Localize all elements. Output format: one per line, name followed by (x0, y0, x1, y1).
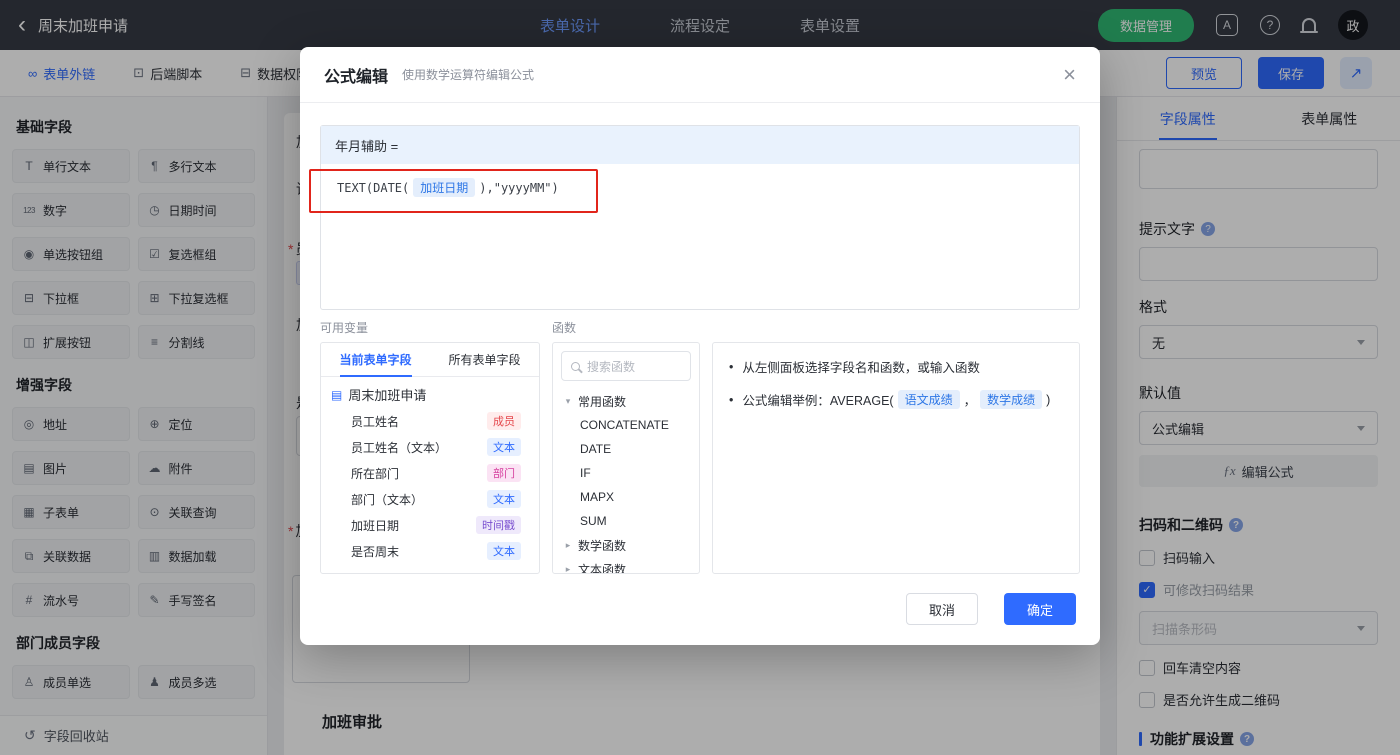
dialog-subtitle: 使用数学运算符编辑公式 (402, 68, 535, 82)
variable-row[interactable]: 员工姓名（文本） 文本 (321, 434, 539, 460)
form-name: 周末加班申请 (348, 388, 427, 403)
variable-name: 加班日期 (351, 518, 400, 533)
formula-target-label: 年月辅助 = (321, 126, 1079, 164)
variable-name: 部门（文本） (351, 492, 424, 507)
search-placeholder: 搜索函数 (587, 359, 636, 374)
field-token[interactable]: 加班日期 (413, 178, 476, 197)
variable-name: 是否周末 (351, 544, 400, 559)
formula-prefix: TEXT(DATE( (337, 180, 410, 195)
functions-panel: 搜索函数 ▾ 常用函数 CONCATENATE DATE IF MAPX SUM … (552, 342, 700, 574)
dialog-title: 公式编辑 (324, 68, 389, 86)
chevron-right-icon: ▸ (565, 539, 571, 550)
document-icon: ▤ (331, 387, 343, 402)
function-group-math[interactable]: ▸ 数学函数 (553, 533, 699, 557)
type-tag: 部门 (487, 464, 521, 482)
tab-current-form-fields[interactable]: 当前表单字段 (321, 343, 430, 376)
formula-expression[interactable]: TEXT(DATE( 加班日期 ),"yyyyMM") (321, 164, 1079, 211)
bullet-icon: • (729, 359, 734, 374)
variable-name: 员工姓名 (351, 414, 400, 429)
group-label: 文本函数 (578, 562, 627, 574)
formula-editor[interactable]: 年月辅助 = TEXT(DATE( 加班日期 ),"yyyyMM") (309, 125, 1080, 310)
form-tree-root[interactable]: ▤ 周末加班申请 (321, 377, 539, 408)
variable-row[interactable]: 员工姓名 成员 (321, 408, 539, 434)
variable-row[interactable]: 加班日期 时间戳 (321, 512, 539, 538)
variable-row[interactable]: 所在部门 部门 (321, 460, 539, 486)
help-text: 从左侧面板选择字段名和函数，或输入函数 (742, 361, 980, 375)
variables-tabs: 当前表单字段 所有表单字段 (321, 343, 539, 377)
variables-heading: 可用变量 (320, 321, 369, 335)
dialog-footer: 取消 确定 (906, 593, 1076, 625)
function-item[interactable]: SUM (553, 509, 699, 533)
variables-panel: 当前表单字段 所有表单字段 ▤ 周末加班申请 员工姓名 成员 员工姓名（文本） 文本… (320, 342, 540, 574)
confirm-button[interactable]: 确定 (1004, 593, 1076, 625)
chevron-down-icon: ▾ (565, 395, 571, 406)
chevron-right-icon: ▸ (565, 563, 571, 574)
variable-row[interactable]: 是否周末 文本 (321, 538, 539, 564)
function-item[interactable]: MAPX (553, 485, 699, 509)
function-search-input[interactable]: 搜索函数 (561, 351, 691, 381)
close-icon[interactable]: × (1063, 63, 1076, 86)
help-text: 公式编辑举例：AVERAGE( (742, 394, 894, 408)
help-text: ) (1046, 392, 1051, 407)
formula-help-panel: • 从左侧面板选择字段名和函数，或输入函数 • 公式编辑举例：AVERAGE(语文成… (712, 342, 1080, 574)
function-item[interactable]: DATE (553, 437, 699, 461)
search-icon (571, 361, 580, 371)
group-label: 常用函数 (578, 394, 627, 409)
type-tag: 成员 (487, 412, 521, 430)
variable-row[interactable]: 部门（文本） 文本 (321, 486, 539, 512)
tab-all-form-fields[interactable]: 所有表单字段 (430, 343, 539, 376)
example-token: 语文成绩 (897, 390, 960, 409)
variable-name: 员工姓名（文本） (351, 440, 448, 455)
function-item[interactable]: CONCATENATE (553, 413, 699, 437)
example-token: 数学成绩 (980, 390, 1043, 409)
type-tag: 文本 (487, 542, 521, 560)
formula-suffix: ),"yyyyMM") (479, 180, 559, 195)
function-item[interactable]: IF (553, 461, 699, 485)
cancel-button[interactable]: 取消 (906, 593, 978, 625)
function-group-common[interactable]: ▾ 常用函数 (553, 389, 699, 413)
group-label: 数学函数 (578, 538, 627, 553)
formula-editor-dialog: 公式编辑 使用数学运算符编辑公式 × 年月辅助 = TEXT(DATE( 加班日… (300, 47, 1100, 645)
bullet-icon: • (729, 392, 734, 407)
type-tag: 时间戳 (476, 516, 521, 534)
variable-name: 所在部门 (351, 466, 400, 481)
type-tag: 文本 (487, 438, 521, 456)
type-tag: 文本 (487, 490, 521, 508)
help-text: ， (963, 394, 977, 408)
functions-heading: 函数 (552, 321, 577, 335)
dialog-header: 公式编辑 使用数学运算符编辑公式 × (300, 47, 1100, 103)
function-group-text[interactable]: ▸ 文本函数 (553, 557, 699, 574)
